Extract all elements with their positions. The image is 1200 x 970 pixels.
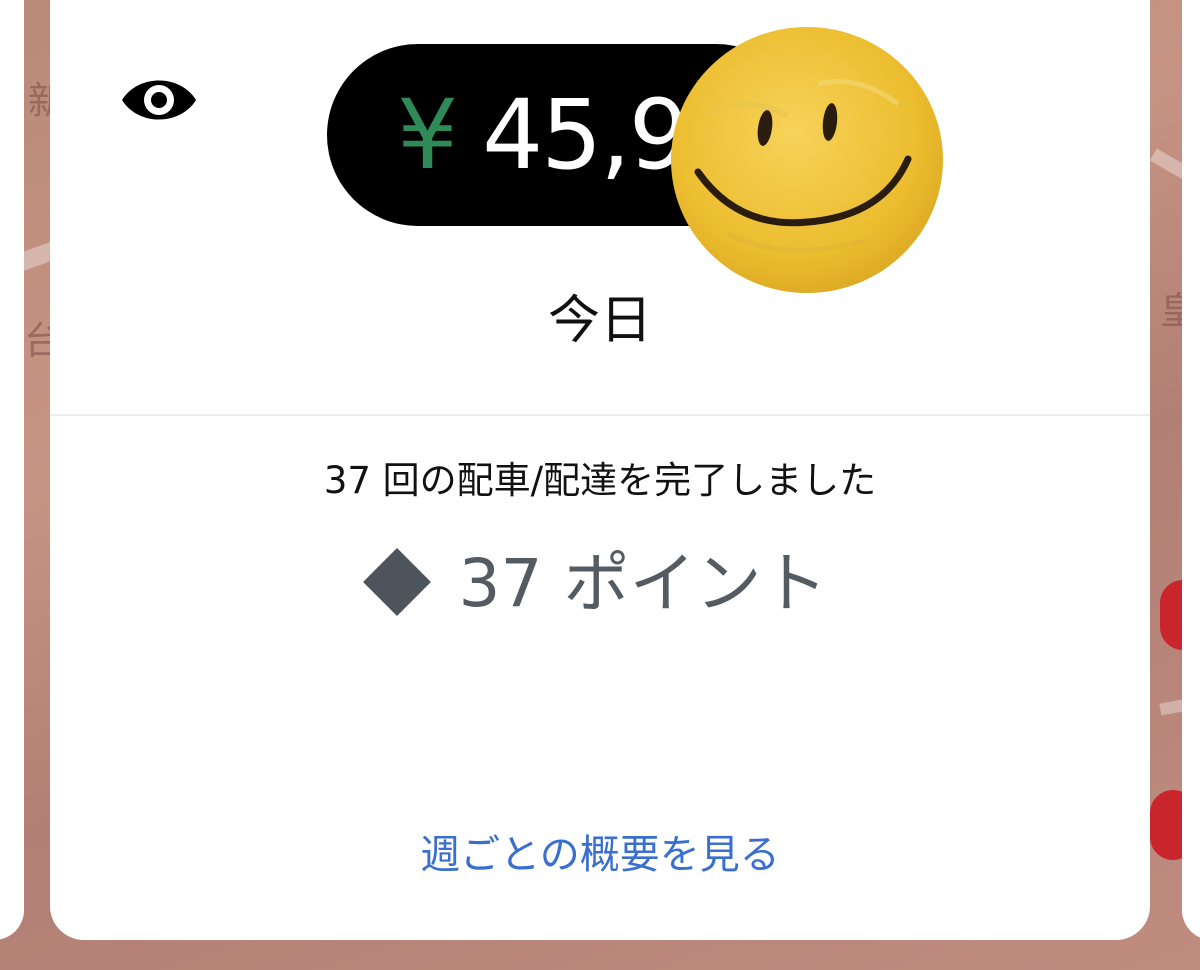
points-row: 37 ポイント bbox=[0, 530, 1200, 626]
divider bbox=[50, 414, 1150, 416]
earnings-amount: ¥ 45,9 bbox=[397, 44, 690, 226]
screen: 新 台 皇 ¥ 45,9 今日 37 回の配車/配達を完了しました 37 ポイン… bbox=[0, 0, 1200, 970]
earnings-value: 45,9 bbox=[482, 79, 690, 191]
period-label: 今日 bbox=[547, 291, 652, 351]
weekly-summary-link[interactable]: 週ごとの概要を見る bbox=[0, 822, 1200, 880]
currency-symbol: ¥ bbox=[397, 79, 458, 191]
points-text: 37 ポイント bbox=[458, 545, 828, 622]
diamond-icon bbox=[362, 548, 431, 616]
smiley-face-sticker bbox=[668, 24, 946, 296]
trips-completed-text: 37 回の配車/配達を完了しました bbox=[323, 459, 877, 502]
eye-icon[interactable] bbox=[120, 70, 198, 130]
